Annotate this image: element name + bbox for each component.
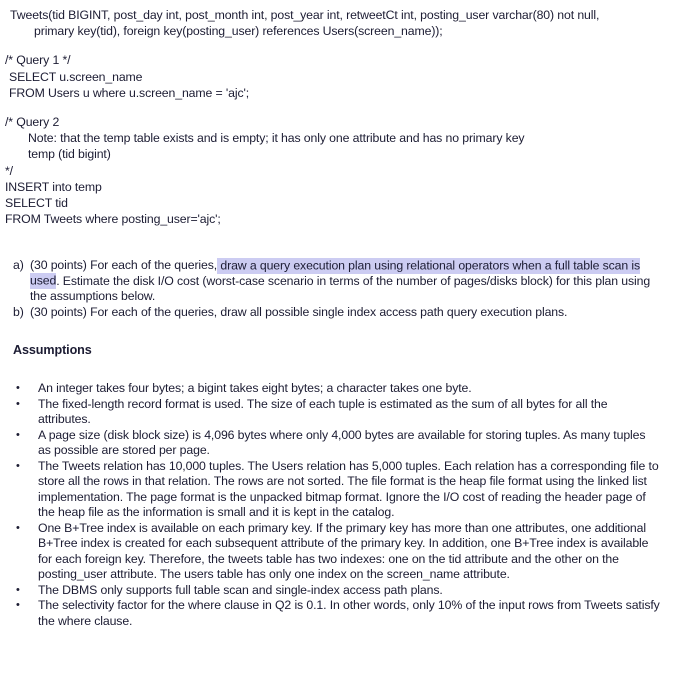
assumptions-heading: Assumptions [13, 343, 92, 357]
query2-note: Note: that the temp table exists and is … [28, 131, 525, 146]
question-text-b: (30 points) For each of the queries, dra… [30, 305, 673, 321]
question-item-a: a) (30 points) For each of the queries, … [0, 257, 673, 305]
list-item: • The Tweets relation has 10,000 tuples.… [0, 459, 673, 521]
list-item: • A page size (disk block size) is 4,096… [0, 428, 673, 459]
assumption-text: The Tweets relation has 10,000 tuples. T… [38, 458, 659, 520]
assumption-text: The selectivity factor for the where cla… [38, 598, 660, 628]
question-a-text-before: (30 points) For each of the queries, [30, 258, 218, 272]
assumption-text: One B+Tree index is available on each pr… [38, 520, 649, 582]
question-marker-b: b) [13, 304, 24, 319]
question-text-a: (30 points) For each of the queries, dra… [30, 257, 673, 305]
assumption-text: An integer takes four bytes; a bigint ta… [38, 381, 472, 395]
document-page: Tweets(tid BIGINT, post_day int, post_mo… [0, 0, 673, 679]
list-item: • The fixed-length record format is used… [0, 397, 673, 428]
query2-select-line: SELECT tid [5, 196, 68, 211]
list-item: • The selectivity factor for the where c… [0, 598, 673, 629]
schema-line-2: primary key(tid), foreign key(posting_us… [34, 24, 443, 39]
question-a-text-after: . Estimate the disk I/O cost (worst-case… [30, 273, 651, 304]
list-item: • An integer takes four bytes; a bigint … [0, 381, 673, 397]
question-item-b: b) (30 points) For each of the queries, … [0, 305, 673, 321]
sql-code-region: Tweets(tid BIGINT, post_day int, post_mo… [0, 7, 673, 227]
question-list: a) (30 points) For each of the queries, … [0, 257, 673, 321]
bullet-icon: • [16, 397, 20, 410]
list-item: • The DBMS only supports full table scan… [0, 583, 673, 599]
bullet-icon: • [16, 459, 20, 472]
bullet-icon: • [16, 599, 20, 611]
query1-comment: /* Query 1 */ [5, 53, 71, 68]
query1-from-line: FROM Users u where u.screen_name = 'ajc'… [9, 85, 249, 100]
query2-temp-declaration: temp (tid bigint) [28, 147, 111, 162]
bullet-icon: • [16, 428, 20, 441]
query2-comment-open: /* Query 2 [5, 115, 60, 130]
query2-insert-line: INSERT into temp [5, 179, 102, 194]
query2-comment-close: */ [5, 163, 13, 178]
question-b-text-before: (30 points) For each of the queries, dra… [30, 304, 568, 319]
bullet-icon: • [16, 583, 20, 596]
question-marker-a: a) [13, 258, 24, 272]
bullet-icon: • [16, 521, 20, 534]
query1-select-line: SELECT u.screen_name [9, 69, 143, 84]
schema-line-1: Tweets(tid BIGINT, post_day int, post_mo… [10, 8, 600, 22]
list-item: • One B+Tree index is available on each … [0, 521, 673, 583]
query2-from-line: FROM Tweets where posting_user='ajc'; [5, 212, 221, 227]
assumption-text: The fixed-length record format is used. … [38, 396, 608, 427]
bullet-icon: • [16, 382, 20, 394]
assumption-text: The DBMS only supports full table scan a… [38, 582, 443, 597]
assumption-text: A page size (disk block size) is 4,096 b… [38, 427, 646, 458]
assumptions-list: • An integer takes four bytes; a bigint … [0, 381, 673, 629]
